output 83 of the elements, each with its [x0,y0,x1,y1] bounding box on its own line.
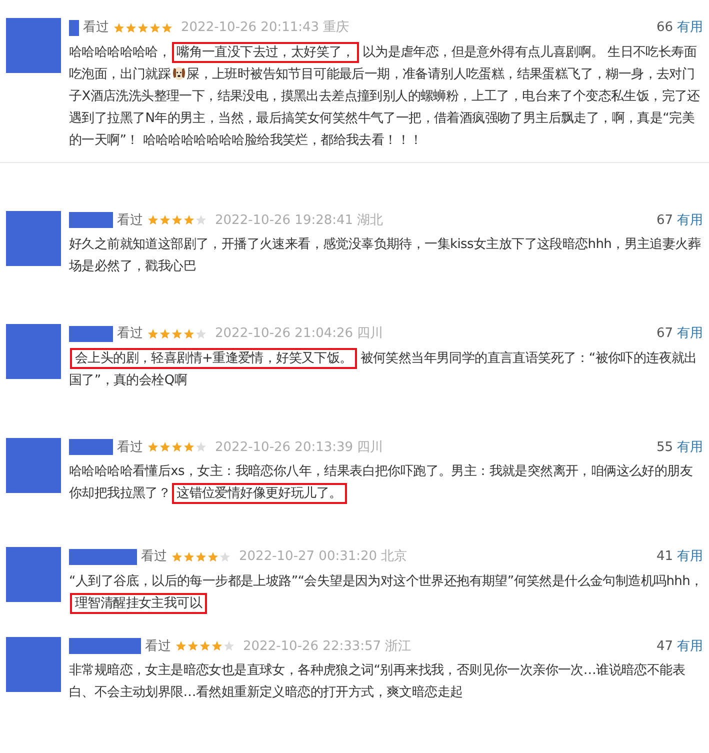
useful-link[interactable]: 有用 [677,438,703,457]
useful-count: 67 [656,325,673,343]
review-location: 重庆 [323,19,350,37]
review-location: 四川 [357,325,384,343]
username-redaction [69,20,79,36]
watched-status: 看过 [83,19,109,37]
star-icon [171,441,183,454]
avatar[interactable] [6,210,61,266]
star-icon [207,550,219,563]
useful-count: 41 [656,548,673,566]
empty-star-icon [223,640,235,652]
avatar[interactable] [6,438,61,492]
review-location: 浙江 [385,638,412,656]
star-icon [137,22,149,34]
useful-count: 66 [656,19,673,37]
useful-link[interactable]: 有用 [677,210,703,230]
username-redaction [69,548,137,565]
star-icon [147,328,159,340]
review-location: 北京 [381,548,408,566]
useful-count: 55 [656,438,673,456]
username-redaction [69,638,141,654]
star-icon [195,550,207,563]
review-time: 2022-10-26 21:04:26 [215,325,354,343]
watched-status: 看过 [117,212,143,230]
review-time: 2022-10-27 00:31:20 [239,548,378,566]
comment-text: 会上头的剧，轻喜剧情+重逢爱情，好笑又下饭。 被何笑然当年男同学的直言直语笑死了：“被你吓的连夜就出国了”，真的会栓Q啊 [69,348,703,392]
username-redaction [69,439,113,456]
star-icon [199,640,211,652]
empty-star-icon [195,441,207,454]
useful-link[interactable]: 有用 [677,547,703,566]
avatar[interactable] [6,636,61,692]
comment-text: 非常规暗恋，女主是暗恋女也是直球女，各种虎狼之词“别再来找我，否则见你一次亲你一次…谁说暗恋不能表白、不会主动划界限…看然姐重新定义暗恋的打开方式，爽文暗恋走起 [69,662,686,702]
review-time: 2022-10-26 19:28:41 [215,212,354,230]
star-icon [183,214,195,226]
star-icon [183,328,195,340]
useful-count: 67 [656,212,673,230]
highlight-box: 会上头的剧，轻喜剧情+重逢爱情，好笑又下饭。 [70,348,358,368]
dog-icon [170,64,187,80]
star-icon [161,22,173,34]
username-redaction [69,326,113,342]
star-icon [171,214,183,226]
useful-count: 47 [656,638,673,656]
review-time: 2022-10-26 20:11:43 [181,19,320,37]
avatar[interactable] [6,547,61,602]
highlight-box: 嘴角一直没下去过，太好笑了， [172,42,360,62]
star-icon [171,328,183,340]
star-icon [211,640,223,652]
watched-status: 看过 [145,638,171,656]
star-icon [183,441,195,454]
empty-star-icon [219,550,231,563]
comment-text: “人到了谷底，以后的每一步都是上坡路”“会失望是因为对这个世界还抱有期望”何笑然是什么金句制造机吗hhh， 理智清醒挂女主我可以 [69,570,703,614]
comment-text: 好久之前就知道这部剧了，开播了火速来看，感觉没辜负期待，一集kiss女主放下了这段暗恋hhh，男主追妻火葬场是必然了，戳我心巴 [69,236,702,276]
watched-status: 看过 [117,325,143,343]
star-icon [147,214,159,226]
comment-text: 哈哈哈哈哈哈哈， 嘴角一直没下去过，太好笑了， 以为是虐年恋，但是意外得有点儿喜剧啊。 生日不吃长寿面吃泡面，出门就踩 屎，上班时被告知节目可能最后一期，准备请别人吃蛋糕，结果蛋糕飞了，糊一身，去对门子X酒店洗洗头整理一下，结果没电，摸黑出去差点撞到别人的螺蛳粉，上工了，电台来了个变态私生饭，完了还遇到了拉黑了N年的男主，当然，最后搞笑女何笑然牛气了一把，借着酒疯强吻了男主后飘走了，啊，真是“完美的一天啊”！ 哈哈哈哈哈哈哈哈脸给我笑烂，都给我去看！！！ [69,42,703,152]
useful-link[interactable]: 有用 [677,324,703,344]
comment-text: 哈哈哈哈哈看懂后xs，女主：我暗恋你八年，结果表白把你吓跑了。男主：我就是突然离开，咱俩这么好的朋友你却把我拉黑了？ 这错位爱情好像更好玩儿了。 [69,461,703,505]
star-icon [159,328,171,340]
star-icon [159,441,171,454]
star-icon [175,640,187,652]
star-icon [183,550,195,563]
star-icon [187,640,199,652]
star-icon [159,214,171,226]
username-redaction [69,212,113,228]
review-time: 2022-10-26 22:33:57 [243,638,382,656]
empty-star-icon [195,328,207,340]
useful-link[interactable]: 有用 [677,18,703,38]
review-location: 湖北 [357,212,384,230]
star-icon [149,22,161,34]
avatar[interactable] [6,324,61,379]
review-time: 2022-10-26 20:13:39 [215,438,354,456]
useful-link[interactable]: 有用 [677,636,703,656]
star-icon [171,550,183,563]
highlight-box: 这错位爱情好像更好玩儿了。 [172,483,347,504]
empty-star-icon [195,214,207,226]
highlight-box: 理智清醒挂女主我可以 [70,592,208,614]
star-icon [113,22,125,34]
review-location: 四川 [357,438,384,456]
watched-status: 看过 [141,548,167,566]
watched-status: 看过 [117,438,143,456]
star-icon [125,22,137,34]
star-icon [147,441,159,454]
avatar[interactable] [6,18,61,73]
